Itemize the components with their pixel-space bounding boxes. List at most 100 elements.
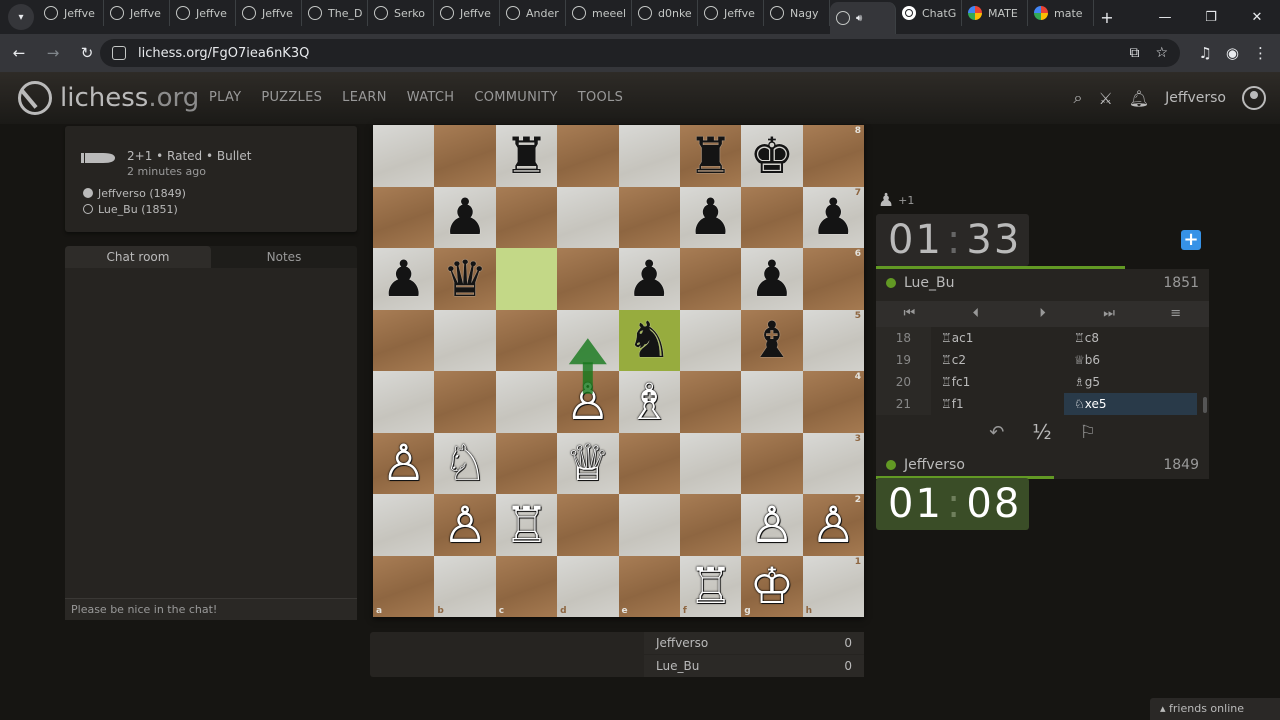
- square-c4[interactable]: [495, 371, 558, 433]
- square-g1[interactable]: ♔ g: [741, 555, 803, 617]
- search-icon[interactable]: ⌕: [1073, 88, 1082, 108]
- square-d2[interactable]: [557, 494, 619, 556]
- piece-b7[interactable]: ♟: [443, 192, 488, 242]
- square-f8[interactable]: ♜: [679, 125, 742, 187]
- square-e4[interactable]: ♗: [618, 371, 680, 433]
- square-d8[interactable]: [557, 125, 619, 187]
- nav-community[interactable]: COMMUNITY: [474, 90, 557, 105]
- square-f7[interactable]: ♟: [679, 186, 742, 248]
- square-f5[interactable]: [679, 309, 742, 371]
- square-b5[interactable]: [434, 309, 496, 371]
- nav-learn[interactable]: LEARN: [342, 90, 387, 105]
- browser-tab[interactable]: Jeffve: [434, 0, 500, 26]
- square-f1[interactable]: ♖ f: [679, 555, 742, 617]
- piece-d4[interactable]: ♙: [565, 377, 610, 427]
- piece-e6[interactable]: ♟: [627, 254, 672, 304]
- square-e2[interactable]: [618, 494, 680, 556]
- square-a2[interactable]: [373, 494, 435, 556]
- piece-b6[interactable]: ♛: [443, 254, 488, 304]
- square-a5[interactable]: [373, 309, 435, 371]
- square-f6[interactable]: [679, 248, 742, 310]
- audio-playing-icon[interactable]: 🔊︎: [856, 13, 862, 24]
- move-list-scrollbar[interactable]: [1203, 397, 1207, 413]
- site-info-icon[interactable]: [112, 46, 126, 60]
- browser-tab[interactable]: The_D: [302, 0, 368, 26]
- chat-input[interactable]: Please be nice in the chat!: [65, 598, 357, 620]
- white-move[interactable]: ♖fc1: [931, 371, 1064, 393]
- bookmark-star-icon[interactable]: ☆: [1155, 45, 1168, 61]
- square-d5[interactable]: [557, 309, 619, 371]
- square-g7[interactable]: [741, 186, 803, 248]
- square-e5[interactable]: ♞: [618, 309, 680, 371]
- square-f4[interactable]: [679, 371, 742, 433]
- chess-board[interactable]: ♜ ♜ ♚ 8 ♟ ♟ ♟ 7 ♟ ♛ ♟ ♟ 6 ♞ ♝ 5 ♙ ♗ 4 ♙ ♘ ♕ 3 ♙ ♖ ♙ ♙ 2 a b c d e ♖ f ♔ g 1 h: [373, 125, 864, 617]
- square-h1[interactable]: 1h: [802, 555, 864, 617]
- browser-tab[interactable]: d0nke: [632, 0, 698, 26]
- square-h4[interactable]: 4: [802, 371, 864, 433]
- square-a1[interactable]: a: [373, 555, 435, 617]
- username-link[interactable]: Jeffverso: [1165, 90, 1226, 106]
- square-b7[interactable]: ♟: [434, 186, 496, 248]
- browser-tab[interactable]: Jeffve: [104, 0, 170, 26]
- square-f2[interactable]: [679, 494, 742, 556]
- square-g4[interactable]: [741, 371, 803, 433]
- piece-g6[interactable]: ♟: [750, 254, 795, 304]
- next-move-button[interactable]: ⏵: [1009, 301, 1076, 327]
- square-b2[interactable]: ♙: [434, 494, 496, 556]
- piece-b2[interactable]: ♙: [443, 500, 488, 550]
- square-c1[interactable]: c: [495, 555, 558, 617]
- piece-h7[interactable]: ♟: [811, 192, 856, 242]
- square-a6[interactable]: ♟: [373, 248, 435, 310]
- square-b1[interactable]: b: [434, 555, 496, 617]
- square-h6[interactable]: 6: [802, 248, 864, 310]
- black-move[interactable]: ♖c8: [1064, 327, 1197, 349]
- tab-search-button[interactable]: ▾: [8, 4, 34, 30]
- bottom-player[interactable]: Jeffverso 1849: [876, 451, 1209, 479]
- reload-button[interactable]: ↻: [72, 44, 102, 62]
- square-d1[interactable]: d: [557, 555, 619, 617]
- media-control-icon[interactable]: ♫: [1198, 44, 1211, 62]
- black-move[interactable]: ♗g5: [1064, 371, 1197, 393]
- square-c6[interactable]: [495, 248, 558, 310]
- piece-e4[interactable]: ♗: [627, 377, 672, 427]
- first-move-button[interactable]: ⏮: [876, 301, 943, 327]
- resign-flag-icon[interactable]: ⚐: [1080, 422, 1096, 443]
- piece-f8[interactable]: ♜: [688, 131, 733, 181]
- square-g3[interactable]: [741, 432, 803, 494]
- notification-bell-icon[interactable]: 🔔︎: [1129, 89, 1149, 108]
- black-move[interactable]: ♘xe5: [1064, 393, 1197, 415]
- piece-g8[interactable]: ♚: [750, 131, 795, 181]
- black-player-line[interactable]: Lue_Bu (1851): [83, 202, 186, 218]
- browser-tab[interactable]: Jeffve: [698, 0, 764, 26]
- piece-g5[interactable]: ♝: [750, 315, 795, 365]
- nav-watch[interactable]: WATCH: [407, 90, 455, 105]
- back-button[interactable]: ←: [4, 44, 34, 62]
- square-a8[interactable]: [373, 125, 435, 187]
- white-move[interactable]: ♖f1: [931, 393, 1064, 415]
- white-move[interactable]: ♖c2: [931, 349, 1064, 371]
- piece-a6[interactable]: ♟: [381, 254, 426, 304]
- moves-menu-button[interactable]: ≡: [1142, 301, 1209, 327]
- nav-puzzles[interactable]: PUZZLES: [261, 90, 322, 105]
- square-a4[interactable]: [373, 371, 435, 433]
- browser-tab[interactable]: Serko: [368, 0, 434, 26]
- browser-tab[interactable]: Jeffve: [236, 0, 302, 26]
- white-move[interactable]: ♖ac1: [931, 327, 1064, 349]
- square-h7[interactable]: ♟ 7: [802, 186, 864, 248]
- profile-icon[interactable]: ◉: [1226, 44, 1239, 62]
- piece-a3[interactable]: ♙: [381, 438, 426, 488]
- piece-g1[interactable]: ♔: [750, 561, 795, 611]
- piece-b3[interactable]: ♘: [443, 438, 488, 488]
- square-e1[interactable]: e: [618, 555, 680, 617]
- user-avatar-icon[interactable]: [1242, 86, 1266, 110]
- square-b8[interactable]: [434, 125, 496, 187]
- browser-tab[interactable]: ChatG: [896, 0, 962, 26]
- square-h2[interactable]: ♙ 2: [802, 494, 864, 556]
- top-player[interactable]: Lue_Bu 1851: [876, 269, 1209, 297]
- piece-c2[interactable]: ♖: [504, 500, 549, 550]
- square-d3[interactable]: ♕: [557, 432, 619, 494]
- last-move-button[interactable]: ⏭: [1076, 301, 1143, 327]
- piece-d3[interactable]: ♕: [565, 438, 610, 488]
- square-d6[interactable]: [557, 248, 619, 310]
- square-h5[interactable]: 5: [802, 309, 864, 371]
